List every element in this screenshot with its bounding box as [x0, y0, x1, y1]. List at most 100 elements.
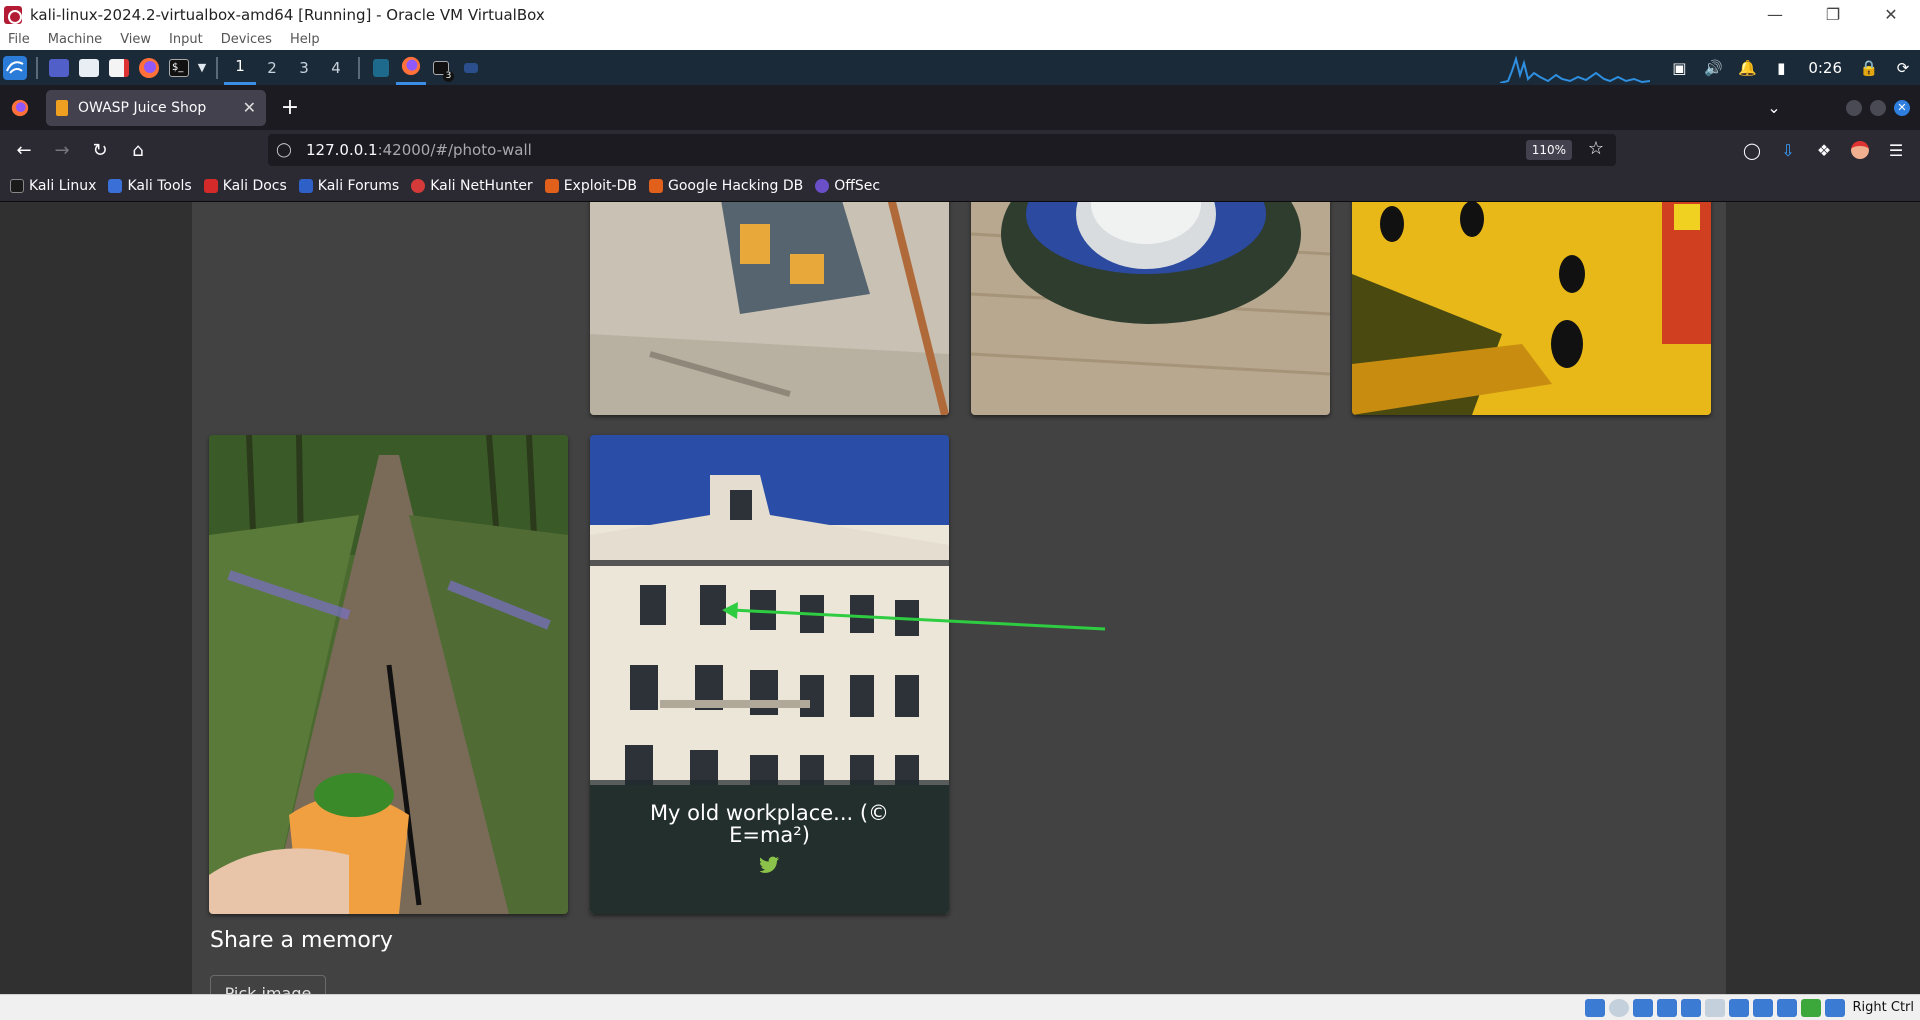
network-status-icon[interactable]	[1656, 998, 1677, 1017]
hamburger-menu-icon[interactable]: ☰	[1878, 132, 1914, 168]
file-manager-icon[interactable]	[74, 50, 104, 85]
workspace-2[interactable]: 2	[256, 50, 288, 85]
menu-machine[interactable]: Machine	[48, 32, 102, 47]
battery-icon[interactable]: ▮	[1764, 50, 1798, 85]
mouse-integration-icon[interactable]	[1800, 998, 1821, 1017]
menu-input[interactable]: Input	[169, 32, 203, 47]
text-editor-icon[interactable]	[104, 50, 134, 85]
harddisk-status-icon[interactable]	[1584, 998, 1605, 1017]
kali-dragon-icon	[10, 178, 24, 193]
firefox-view-icon[interactable]	[0, 85, 40, 130]
kali-docs-icon	[203, 178, 218, 193]
bookmark-label: Kali Docs	[222, 177, 287, 194]
menu-view[interactable]: View	[120, 32, 151, 47]
twitter-icon[interactable]	[758, 856, 780, 878]
recording-status-icon[interactable]	[1752, 998, 1773, 1017]
url-host: 127.0.0.1	[306, 141, 378, 159]
logout-icon[interactable]: ⟳	[1886, 50, 1920, 85]
menu-file[interactable]: File	[8, 32, 30, 47]
desktop-icon[interactable]	[44, 50, 74, 85]
kali-forums-icon	[298, 178, 313, 193]
bookmark-label: OffSec	[834, 177, 881, 194]
volume-icon[interactable]: 🔊	[1696, 50, 1730, 85]
bookmark-exploit-db[interactable]: Exploit-DB	[544, 177, 637, 194]
panel-clock[interactable]: 0:26	[1808, 59, 1842, 77]
close-tab-icon[interactable]: ✕	[243, 98, 256, 117]
home-icon[interactable]: ⌂	[120, 132, 156, 168]
window-maximize-dot[interactable]	[1870, 99, 1886, 116]
ghdb-icon	[648, 178, 663, 193]
pocket-icon[interactable]: ◯	[1734, 132, 1770, 168]
taskbar-vm-icon[interactable]	[456, 50, 486, 85]
menu-help[interactable]: Help	[290, 32, 320, 47]
bookmark-label: Kali Tools	[127, 177, 192, 194]
window-close-dot[interactable]: ✕	[1894, 99, 1910, 116]
xfce-panel: $_ ▼ 1 2 3 4 3 ▣ 🔊 🔔 ▮ 0:26 🔒 ⟳	[0, 50, 1920, 85]
workspace-1[interactable]: 1	[224, 50, 256, 85]
window-minimize-dot[interactable]	[1846, 99, 1862, 116]
list-all-tabs-icon[interactable]: ⌄	[1756, 90, 1792, 126]
shield-icon[interactable]: ◯	[268, 142, 300, 158]
account-avatar-icon[interactable]	[1842, 132, 1878, 168]
terminal-launcher-icon[interactable]: $_	[164, 50, 194, 85]
menu-devices[interactable]: Devices	[221, 32, 272, 47]
bookmark-kali-nethunter[interactable]: Kali NetHunter	[411, 177, 533, 194]
usb-status-icon[interactable]	[1680, 998, 1701, 1017]
zoom-level-badge[interactable]: 110%	[1525, 140, 1572, 160]
reload-icon[interactable]: ↻	[82, 132, 118, 168]
display-status-icon[interactable]	[1728, 998, 1749, 1017]
taskbar-app-icon[interactable]	[366, 50, 396, 85]
downloads-icon[interactable]: ⇩	[1770, 132, 1806, 168]
panel-separator	[36, 56, 38, 79]
bookmark-kali-forums[interactable]: Kali Forums	[298, 178, 399, 194]
display-icon[interactable]: ▣	[1662, 50, 1696, 85]
bookmark-label: Kali Linux	[29, 177, 97, 194]
lock-icon[interactable]: 🔒	[1852, 50, 1886, 85]
close-button[interactable]: ✕	[1862, 0, 1920, 29]
workspace-3[interactable]: 3	[288, 50, 320, 85]
notification-bell-icon[interactable]: 🔔	[1730, 50, 1764, 85]
photo-caption-overlay: My old workplace... (© E=ma²)	[590, 780, 949, 914]
url-bar[interactable]: ◯ 127.0.0.1:42000/#/photo-wall 110% ☆	[268, 134, 1616, 166]
pick-image-button[interactable]: Pick image	[210, 975, 326, 994]
keyboard-capture-icon[interactable]	[1824, 998, 1845, 1017]
bookmark-kali-tools[interactable]: Kali Tools	[108, 177, 192, 194]
firefox-navbar: ← → ↻ ⌂ ◯ 127.0.0.1:42000/#/photo-wall 1…	[0, 130, 1920, 170]
firefox-launcher-icon[interactable]	[134, 50, 164, 85]
taskbar-firefox-icon[interactable]	[396, 50, 426, 85]
photo-wall-image-bees	[1352, 202, 1711, 415]
extensions-icon[interactable]: ❖	[1806, 132, 1842, 168]
new-tab-button[interactable]: +	[272, 90, 308, 126]
taskbar-terminal-icon[interactable]: 3	[426, 50, 456, 85]
cpu-status-icon[interactable]	[1776, 998, 1797, 1017]
minimize-button[interactable]: —	[1746, 0, 1804, 29]
offsec-icon	[815, 178, 830, 193]
bookmark-kali-docs[interactable]: Kali Docs	[203, 177, 287, 194]
bookmark-label: Kali NetHunter	[430, 177, 533, 194]
optical-drive-status-icon[interactable]	[1608, 998, 1629, 1017]
photo-wall-image-coaster	[971, 202, 1330, 415]
photo-wall-image-juice-stickers	[590, 202, 949, 415]
photo-wall-image-forest-drink	[209, 435, 568, 914]
kali-menu-icon[interactable]	[0, 50, 30, 85]
vbox-titlebar: kali-linux-2024.2-virtualbox-amd64 [Runn…	[0, 0, 1920, 29]
shared-folders-status-icon[interactable]	[1704, 998, 1725, 1017]
bookmark-google-hacking-db[interactable]: Google Hacking DB	[648, 177, 804, 194]
bookmark-offsec[interactable]: OffSec	[815, 178, 880, 194]
back-arrow-icon[interactable]: ←	[6, 132, 42, 168]
workspace-4[interactable]: 4	[320, 50, 352, 85]
audio-status-icon[interactable]	[1632, 998, 1653, 1017]
bookmark-label: Google Hacking DB	[667, 177, 804, 194]
bookmark-kali-linux[interactable]: Kali Linux	[10, 178, 96, 194]
nethunter-icon	[411, 178, 426, 193]
virtualbox-icon	[4, 5, 22, 24]
chevron-down-icon[interactable]: ▼	[194, 50, 210, 85]
url-path: :42000/#/photo-wall	[377, 141, 532, 159]
exploit-db-icon	[544, 178, 559, 193]
forward-arrow-icon[interactable]: →	[44, 132, 80, 168]
restore-button[interactable]: ❐	[1804, 0, 1862, 29]
tab-owasp-juice-shop[interactable]: OWASP Juice Shop ✕	[46, 89, 266, 126]
bookmark-label: Exploit-DB	[563, 177, 637, 194]
juice-shop-favicon	[56, 99, 68, 116]
bookmark-star-icon[interactable]: ☆	[1588, 138, 1604, 159]
